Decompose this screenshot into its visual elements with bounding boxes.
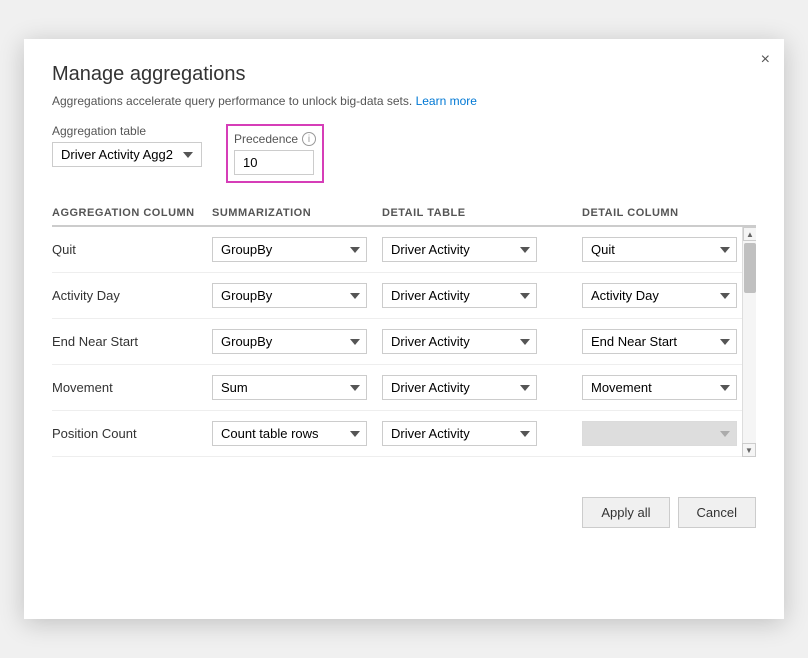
scrollbar-track: ▲ ▼ xyxy=(742,227,756,457)
apply-all-button[interactable]: Apply all xyxy=(582,497,669,528)
detail-table-select-1[interactable]: Driver Activity xyxy=(382,283,537,308)
scroll-up-arrow[interactable]: ▲ xyxy=(743,227,756,241)
summarization-select-1[interactable]: GroupBySumCount table rowsMinMaxAverage xyxy=(212,283,367,308)
detail-column-select-0[interactable]: QuitActivity DayEnd Near StartMovementPo… xyxy=(582,237,737,262)
detail-table-select-2[interactable]: Driver Activity xyxy=(382,329,537,354)
learn-more-link[interactable]: Learn more xyxy=(416,94,477,108)
table-scroll-area: Quit GroupBySumCount table rowsMinMaxAve… xyxy=(52,227,756,457)
col-detail-table: DETAIL TABLE xyxy=(382,207,582,219)
summarization-select-3[interactable]: GroupBySumCount table rowsMinMaxAverage xyxy=(212,375,367,400)
detail-table-select-4[interactable]: Driver Activity xyxy=(382,421,537,446)
top-controls: Aggregation table Driver Activity Agg2 P… xyxy=(52,124,756,183)
detail-column-select-2[interactable]: QuitActivity DayEnd Near StartMovementPo… xyxy=(582,329,737,354)
manage-aggregations-dialog: × Manage aggregations Aggregations accel… xyxy=(24,39,784,619)
precedence-label: Precedence i xyxy=(234,132,316,146)
table-rows: Quit GroupBySumCount table rowsMinMaxAve… xyxy=(52,227,756,457)
table-header: AGGREGATION COLUMN SUMMARIZATION DETAIL … xyxy=(52,201,756,227)
aggregation-table-select[interactable]: Driver Activity Agg2 xyxy=(52,142,202,167)
aggregation-table-label: Aggregation table xyxy=(52,124,202,138)
detail-table-select-3[interactable]: Driver Activity xyxy=(382,375,537,400)
table-row: End Near Start GroupBySumCount table row… xyxy=(52,319,756,365)
detail-table-select-0[interactable]: Driver Activity xyxy=(382,237,537,262)
scrollbar-thumb[interactable] xyxy=(744,243,756,293)
table-row: Position Count GroupBySumCount table row… xyxy=(52,411,756,457)
dialog-footer: Apply all Cancel xyxy=(52,481,756,528)
row-label-1: Activity Day xyxy=(52,288,212,303)
aggregations-table: AGGREGATION COLUMN SUMMARIZATION DETAIL … xyxy=(52,201,756,457)
row-label-2: End Near Start xyxy=(52,334,212,349)
table-row: Activity Day GroupBySumCount table rowsM… xyxy=(52,273,756,319)
dialog-title: Manage aggregations xyxy=(52,63,756,86)
row-label-3: Movement xyxy=(52,380,212,395)
detail-column-select-4[interactable] xyxy=(582,421,737,446)
row-label-0: Quit xyxy=(52,242,212,257)
precedence-box: Precedence i xyxy=(226,124,324,183)
precedence-field: Precedence i xyxy=(234,132,316,175)
close-button[interactable]: × xyxy=(761,51,770,69)
row-label-4: Position Count xyxy=(52,426,212,441)
detail-column-select-3[interactable]: QuitActivity DayEnd Near StartMovementPo… xyxy=(582,375,737,400)
summarization-select-2[interactable]: GroupBySumCount table rowsMinMaxAverage xyxy=(212,329,367,354)
summarization-select-4[interactable]: GroupBySumCount table rowsMinMaxAverage xyxy=(212,421,367,446)
col-summarization: SUMMARIZATION xyxy=(212,207,382,219)
table-row: Movement GroupBySumCount table rowsMinMa… xyxy=(52,365,756,411)
table-row: Quit GroupBySumCount table rowsMinMaxAve… xyxy=(52,227,756,273)
scroll-down-arrow[interactable]: ▼ xyxy=(742,443,756,457)
aggregation-table-field: Aggregation table Driver Activity Agg2 xyxy=(52,124,202,167)
col-aggregation-column: AGGREGATION COLUMN xyxy=(52,207,212,219)
cancel-button[interactable]: Cancel xyxy=(678,497,756,528)
summarization-select-0[interactable]: GroupBySumCount table rowsMinMaxAverage xyxy=(212,237,367,262)
precedence-input[interactable] xyxy=(234,150,314,175)
col-detail-column: DETAIL COLUMN xyxy=(582,207,762,219)
detail-column-select-1[interactable]: QuitActivity DayEnd Near StartMovementPo… xyxy=(582,283,737,308)
dialog-subtitle: Aggregations accelerate query performanc… xyxy=(52,94,756,108)
info-icon: i xyxy=(302,132,316,146)
